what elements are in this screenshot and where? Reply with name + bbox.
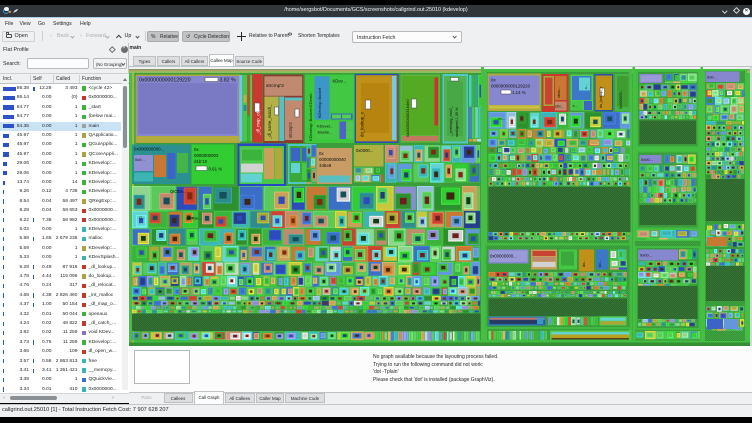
svg-text:0x00...: 0x00... — [640, 252, 652, 257]
svg-text:QIODe...: QIODe... — [170, 189, 187, 194]
svg-text:x...: x... — [573, 104, 578, 108]
svg-text:KDevelop::Bucket: KDevelop::Bucket — [318, 86, 322, 117]
svg-text:0.61 %: 0.61 % — [209, 166, 223, 171]
svg-text:0x000000...: 0x000000... — [619, 89, 623, 109]
svg-text:KDev...: KDev... — [333, 78, 346, 83]
svg-text:x...: x... — [584, 83, 588, 88]
svg-text:strcmp'2: strcmp'2 — [266, 83, 284, 89]
svg-text:...m...: ...m... — [495, 116, 505, 121]
svg-text:bc...: bc... — [598, 259, 602, 266]
svg-text:0x0000...: 0x0000... — [356, 148, 373, 153]
svg-text:00000000040: 00000000040 — [319, 157, 346, 162]
svg-text:do...: do... — [582, 259, 586, 266]
svg-text:3.82 %: 3.82 % — [220, 77, 237, 83]
svg-text:0x: 0x — [319, 151, 324, 156]
svg-text:_dl_name_match_: _dl_name_match_ — [267, 103, 272, 139]
svg-text:0x...: 0x... — [189, 215, 197, 220]
svg-text:stron...: stron... — [557, 86, 561, 98]
svg-text:0x00...: 0x00... — [641, 157, 653, 162]
svg-text:0x0...: 0x0... — [707, 74, 717, 79]
svg-text:0x0000000000129220: 0x0000000000129220 — [139, 77, 191, 83]
svg-text:unaligned 1.39 %: unaligned 1.39 % — [455, 107, 459, 137]
svg-text::Bucke...: :Bucke... — [317, 129, 333, 134]
svg-text:strc...: strc... — [555, 104, 564, 108]
svg-text:do_lookup_x: do_lookup_x — [360, 111, 365, 137]
svg-text:_dl_map_object: _dl_map_object — [256, 103, 261, 136]
svg-text:KDevelop::Bucket<KDevel..: KDevelop::Bucket<KDevel.. — [308, 91, 313, 140]
svg-text:0x: 0x — [491, 77, 496, 82]
svg-text:0000000002: 0000000002 — [194, 153, 219, 158]
svg-text:Q...: Q... — [139, 215, 145, 220]
svg-text:0x: 0x — [194, 147, 199, 152]
svg-text:0000000000129220: 0000000000129220 — [491, 83, 531, 88]
svg-text:do_lookup_x: do_lookup_x — [599, 86, 603, 108]
svg-text:KDevel...: KDevel... — [317, 123, 333, 128]
svg-text:d1b'10: d1b'10 — [194, 159, 208, 164]
svg-text:__memcpy_sse2_: __memcpy_sse2_ — [449, 105, 453, 138]
svg-text:0x00000000031b4e0: 0x00000000031b4e0 — [405, 98, 410, 136]
svg-text:0x00000000...: 0x00000000... — [490, 253, 517, 258]
svg-text:strcmp'2: strcmp'2 — [288, 121, 293, 137]
svg-text:1.14 %: 1.14 % — [512, 89, 526, 94]
svg-text:0x0...: 0x0... — [135, 157, 145, 162]
svg-text:34be8: 34be8 — [319, 163, 332, 168]
svg-text:0x000000000...: 0x000000000... — [134, 146, 164, 151]
